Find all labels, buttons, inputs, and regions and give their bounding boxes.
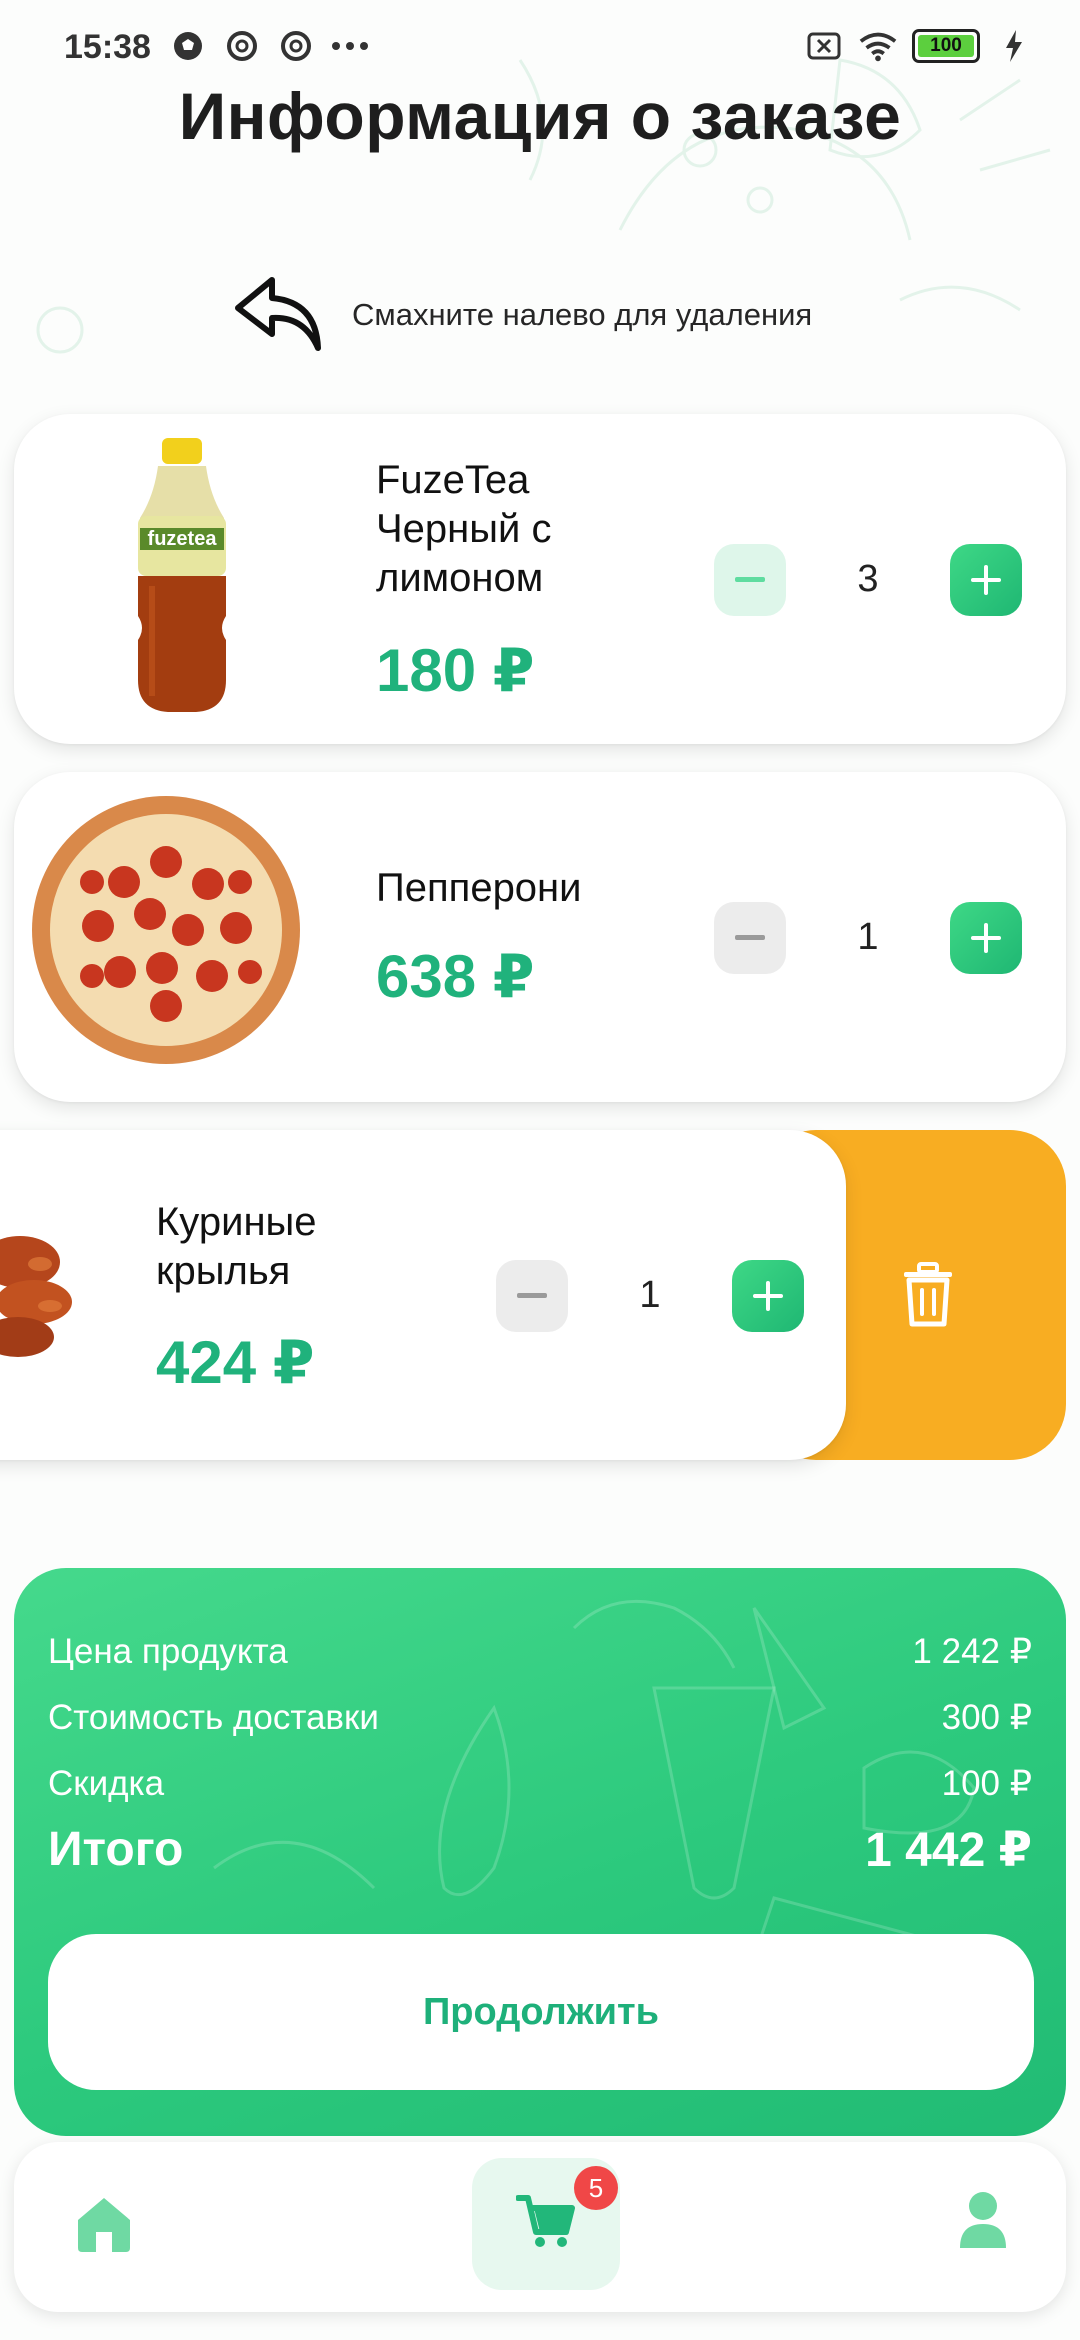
total-label: Итого (48, 1823, 184, 1876)
item-price: 424 ₽ (156, 1329, 315, 1396)
at-sign-icon (276, 26, 316, 66)
product-price-value: 1 242 ₽ (912, 1632, 1032, 1671)
item-name: Куриные крылья (156, 1200, 317, 1293)
chicken-wings-image (0, 1222, 90, 1377)
summary-product-price: Цена продукта 1 242 ₽ (48, 1632, 1032, 1672)
item-price: 180 ₽ (376, 637, 535, 704)
cart-badge: 5 (574, 2166, 618, 2210)
item-quantity: 1 (639, 1274, 661, 1316)
cart-item-pepperoni[interactable]: Пепперони 638 ₽ 1 (14, 772, 1066, 1102)
summary-delivery: Стоимость доставки 300 ₽ (48, 1698, 1032, 1738)
item-quantity: 1 (857, 916, 879, 958)
home-icon[interactable] (74, 2194, 134, 2259)
battery-level: 100 (930, 35, 962, 56)
item-price: 638 ₽ (376, 943, 535, 1010)
cart-item-fuzetea[interactable]: fuzetea FuzeTea Черный с лимоном 180 ₽ 3 (14, 414, 1066, 744)
battery-icon: 100 (912, 29, 980, 63)
discount-label: Скидка (48, 1764, 165, 1803)
swipe-hint-text: Смахните налево для удаления (352, 296, 813, 332)
status-notifications (168, 26, 370, 66)
increase-quantity-button[interactable] (732, 1260, 804, 1332)
more-dots-icon (330, 26, 370, 66)
wifi-icon (858, 26, 898, 66)
trash-icon (900, 1262, 956, 1333)
delivery-label: Стоимость доставки (48, 1698, 379, 1737)
delivery-value: 300 ₽ (941, 1698, 1032, 1737)
summary-discount: Скидка 100 ₽ (48, 1764, 1032, 1804)
no-sim-icon (804, 26, 844, 66)
cart-item-chicken-wings[interactable]: Куриные крылья 424 ₽ 1 (0, 1130, 846, 1460)
order-summary: Цена продукта 1 242 ₽ Стоимость доставки… (14, 1568, 1066, 2136)
discount-value: 100 ₽ (941, 1764, 1032, 1803)
tea-bottle-image: fuzetea (122, 436, 242, 723)
increase-quantity-button[interactable] (950, 902, 1022, 974)
cart-icon (515, 2194, 576, 2255)
item-quantity: 3 (857, 558, 879, 600)
page-title: Информация о заказе (178, 79, 902, 153)
increase-quantity-button[interactable] (950, 544, 1022, 616)
decrease-quantity-button[interactable] (714, 902, 786, 974)
svg-text:fuzetea: fuzetea (148, 528, 218, 550)
profile-icon[interactable] (958, 2190, 1008, 2255)
total-value: 1 442 ₽ (865, 1824, 1032, 1877)
at-sign-icon (222, 26, 262, 66)
charging-icon (994, 26, 1034, 66)
item-name: FuzeTea Черный с лимоном (376, 458, 552, 600)
bottom-navigation: 5 (14, 2142, 1066, 2312)
swipe-hint: Смахните налево для удаления (232, 272, 812, 357)
decrease-quantity-button[interactable] (714, 544, 786, 616)
decrease-quantity-button[interactable] (496, 1260, 568, 1332)
pizza-image (28, 792, 304, 1073)
status-time: 15:38 (64, 28, 151, 66)
soccer-ball-icon (168, 26, 208, 66)
product-price-label: Цена продукта (48, 1632, 288, 1671)
continue-button[interactable]: Продолжить (48, 1934, 1034, 2090)
status-system: 100 (804, 26, 1034, 66)
summary-total: Итого 1 442 ₽ (48, 1822, 1032, 1878)
item-name: Пепперони (376, 866, 582, 910)
swipe-left-arrow-icon (232, 272, 324, 357)
